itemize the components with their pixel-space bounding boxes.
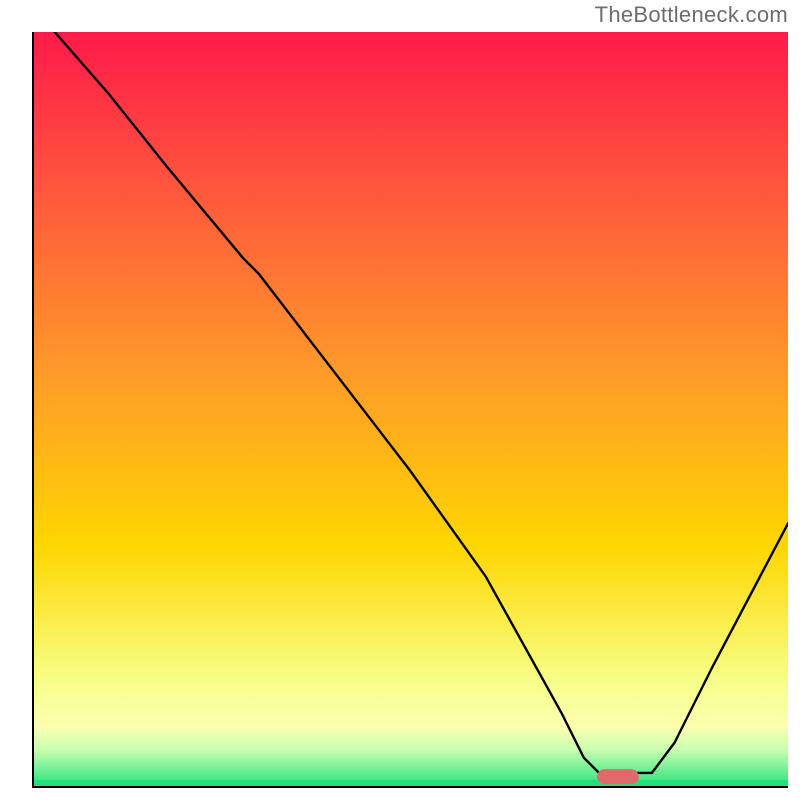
chart-svg [32,32,788,788]
optimal-marker [597,769,639,784]
bottleneck-chart [32,32,788,788]
chart-background [32,32,788,788]
watermark-text: TheBottleneck.com [595,2,788,28]
